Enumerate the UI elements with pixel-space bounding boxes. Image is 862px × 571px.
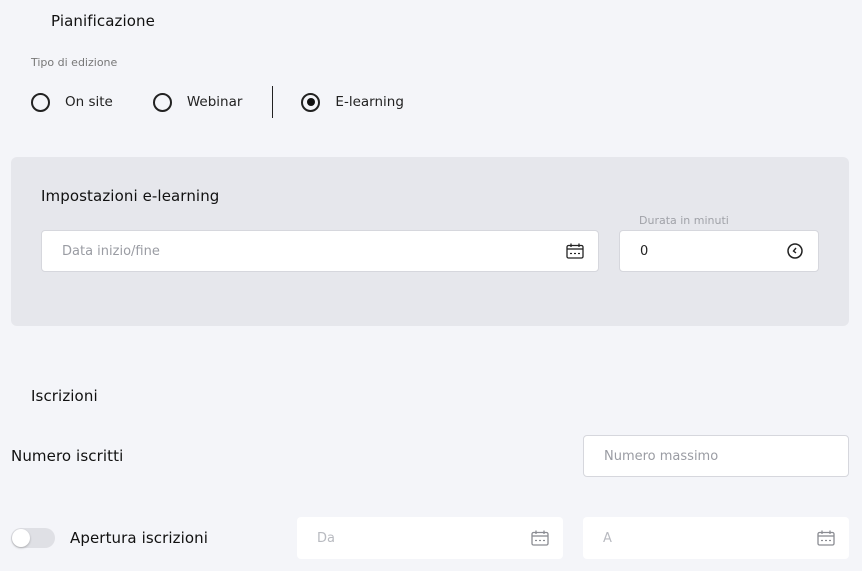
subscriptions-title: Iscrizioni (31, 387, 98, 405)
radio-on-site-circle[interactable] (31, 92, 50, 112)
duration-label: Durata in minuti (639, 214, 729, 227)
date-range-placeholder: Data inizio/fine (62, 243, 160, 259)
radio-e-learning-circle[interactable] (301, 92, 321, 112)
radio-webinar-circle[interactable] (152, 92, 172, 112)
elearning-settings-title: Impostazioni e-learning (41, 187, 220, 205)
radio-divider (272, 86, 274, 118)
opening-from-placeholder: Da (317, 530, 335, 546)
subscriptions-opening-toggle[interactable] (11, 528, 55, 548)
radio-e-learning[interactable]: E-learning (301, 92, 404, 112)
toggle-knob (12, 529, 30, 547)
max-subscribers-placeholder: Numero massimo (604, 448, 719, 464)
duration-field[interactable]: 0 (619, 230, 819, 272)
clock-icon (786, 242, 804, 260)
calendar-icon[interactable] (531, 529, 549, 547)
opening-to-date-field[interactable]: A (583, 517, 849, 559)
calendar-icon[interactable] (566, 242, 584, 260)
radio-webinar-label: Webinar (186, 94, 243, 110)
calendar-icon[interactable] (817, 529, 835, 547)
date-range-field[interactable]: Data inizio/fine (41, 230, 599, 272)
planning-title: Pianificazione (51, 12, 155, 30)
subscriptions-opening-label: Apertura iscrizioni (70, 529, 209, 547)
radio-on-site-label: On site (65, 94, 113, 110)
duration-value: 0 (640, 243, 649, 259)
radio-webinar[interactable]: Webinar (152, 92, 243, 112)
opening-from-date-field[interactable]: Da (297, 517, 563, 559)
opening-to-placeholder: A (603, 530, 612, 546)
radio-on-site[interactable]: On site (31, 92, 113, 112)
max-subscribers-input[interactable]: Numero massimo (583, 435, 849, 477)
radio-e-learning-label: E-learning (335, 94, 404, 110)
edition-type-label: Tipo di edizione (31, 56, 118, 69)
subscriptions-count-label: Numero iscritti (11, 447, 124, 465)
edition-type-radio-group: On site Webinar E-learning (31, 86, 404, 118)
